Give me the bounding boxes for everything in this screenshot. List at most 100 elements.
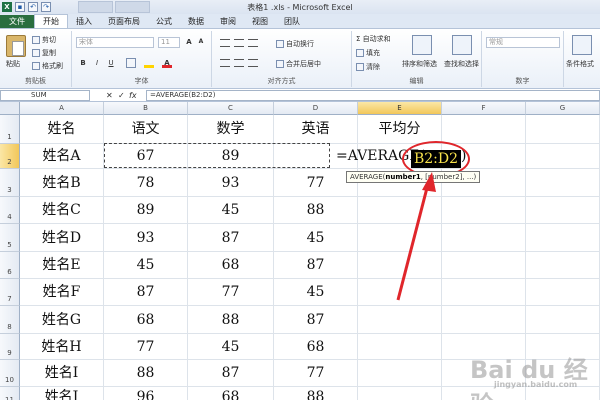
- table-cell[interactable]: 77: [188, 279, 274, 306]
- formula-input[interactable]: =AVERAGE(B2:D2): [146, 90, 600, 101]
- row-header[interactable]: 1: [0, 115, 20, 144]
- table-cell[interactable]: 姓名E: [20, 252, 104, 279]
- align-bottom-icon[interactable]: [248, 39, 258, 47]
- table-cell[interactable]: 96: [104, 387, 188, 400]
- table-cell[interactable]: [358, 306, 442, 334]
- table-cell[interactable]: 68: [274, 334, 358, 360]
- table-cell[interactable]: [442, 279, 526, 306]
- tab-review[interactable]: 审阅: [212, 15, 244, 28]
- table-cell[interactable]: 68: [188, 252, 274, 279]
- table-cell[interactable]: 姓名J: [20, 387, 104, 400]
- row-header[interactable]: 4: [0, 197, 20, 224]
- table-cell[interactable]: [526, 115, 600, 144]
- row-header[interactable]: 11: [0, 387, 20, 400]
- border-icon[interactable]: [126, 58, 136, 68]
- tab-formulas[interactable]: 公式: [148, 15, 180, 28]
- autosum-button[interactable]: Σ 自动求和: [356, 34, 391, 44]
- underline-button[interactable]: U: [106, 58, 116, 68]
- tab-file[interactable]: 文件: [0, 15, 34, 28]
- table-cell[interactable]: 88: [104, 360, 188, 387]
- enter-icon[interactable]: ✓: [118, 90, 125, 101]
- table-cell[interactable]: [526, 224, 600, 252]
- select-all-corner[interactable]: [0, 102, 20, 115]
- table-cell[interactable]: [526, 144, 600, 169]
- find-select-button[interactable]: 查找和选择: [444, 59, 479, 69]
- table-cell[interactable]: 88: [188, 306, 274, 334]
- shrink-font-icon[interactable]: A: [196, 37, 206, 47]
- table-cell[interactable]: 77: [104, 334, 188, 360]
- table-cell[interactable]: [442, 115, 526, 144]
- conditional-format-icon[interactable]: [572, 35, 592, 55]
- grow-font-icon[interactable]: A: [184, 37, 194, 47]
- name-box[interactable]: SUM: [0, 90, 90, 101]
- font-name-select[interactable]: 宋体: [76, 37, 154, 48]
- cancel-icon[interactable]: ✕: [106, 90, 113, 101]
- tab-view[interactable]: 视图: [244, 15, 276, 28]
- insert-function-icon[interactable]: fx: [129, 90, 137, 101]
- conditional-format-button[interactable]: 条件格式: [566, 59, 594, 69]
- font-color-icon[interactable]: A: [162, 58, 172, 68]
- table-cell[interactable]: 93: [188, 169, 274, 197]
- table-cell[interactable]: 姓名B: [20, 169, 104, 197]
- wrap-text-button[interactable]: 自动换行: [276, 39, 314, 49]
- table-cell[interactable]: 87: [274, 306, 358, 334]
- row-header[interactable]: 7: [0, 279, 20, 306]
- row-header[interactable]: 10: [0, 360, 20, 387]
- table-cell[interactable]: [442, 306, 526, 334]
- table-cell[interactable]: 88: [274, 197, 358, 224]
- column-header-a[interactable]: A: [20, 102, 104, 115]
- table-cell[interactable]: [358, 252, 442, 279]
- table-cell[interactable]: 姓名H: [20, 334, 104, 360]
- align-top-icon[interactable]: [220, 39, 230, 47]
- table-cell[interactable]: 67: [104, 144, 188, 169]
- column-header-f[interactable]: F: [442, 102, 526, 115]
- column-title-cell[interactable]: 语文: [104, 115, 188, 144]
- table-cell[interactable]: 87: [188, 360, 274, 387]
- format-painter-button[interactable]: 格式刷: [32, 61, 63, 71]
- table-cell[interactable]: 89: [104, 197, 188, 224]
- column-header-d[interactable]: D: [274, 102, 358, 115]
- table-cell[interactable]: [526, 252, 600, 279]
- cut-button[interactable]: 剪切: [32, 35, 56, 45]
- paste-button[interactable]: 粘贴: [6, 59, 20, 69]
- table-cell[interactable]: [526, 197, 600, 224]
- merge-center-button[interactable]: 合并后居中: [276, 59, 321, 69]
- copy-button[interactable]: 复制: [32, 48, 56, 58]
- clear-button[interactable]: 清除: [356, 62, 380, 72]
- table-cell[interactable]: 45: [274, 224, 358, 252]
- row-header[interactable]: 3: [0, 169, 20, 197]
- row-header[interactable]: 8: [0, 306, 20, 334]
- binoculars-icon[interactable]: [452, 35, 472, 55]
- table-cell[interactable]: 78: [104, 169, 188, 197]
- column-header-e[interactable]: E: [358, 102, 442, 115]
- table-cell[interactable]: 姓名I: [20, 360, 104, 387]
- table-cell[interactable]: [526, 279, 600, 306]
- table-cell[interactable]: 45: [188, 334, 274, 360]
- table-cell[interactable]: [442, 252, 526, 279]
- table-cell[interactable]: 68: [104, 306, 188, 334]
- tab-data[interactable]: 数据: [180, 15, 212, 28]
- tooltip-arg1[interactable]: number1: [385, 173, 420, 181]
- sort-filter-button[interactable]: 排序和筛选: [402, 59, 437, 69]
- table-cell[interactable]: [526, 169, 600, 197]
- font-size-select[interactable]: 11: [158, 37, 180, 48]
- paste-icon[interactable]: [6, 35, 26, 57]
- table-cell[interactable]: [442, 197, 526, 224]
- align-middle-icon[interactable]: [234, 39, 244, 47]
- table-cell[interactable]: [358, 224, 442, 252]
- table-cell[interactable]: 89: [188, 144, 274, 169]
- align-right-icon[interactable]: [248, 59, 258, 67]
- table-cell[interactable]: [358, 387, 442, 400]
- table-cell[interactable]: 88: [274, 387, 358, 400]
- fill-button[interactable]: 填充: [356, 48, 380, 58]
- table-cell[interactable]: 姓名A: [20, 144, 104, 169]
- column-title-cell[interactable]: 数学: [188, 115, 274, 144]
- tab-insert[interactable]: 插入: [68, 15, 100, 28]
- table-cell[interactable]: 45: [188, 197, 274, 224]
- fill-color-icon[interactable]: [144, 58, 154, 68]
- row-header[interactable]: 6: [0, 252, 20, 279]
- bold-button[interactable]: B: [78, 58, 88, 68]
- column-title-cell[interactable]: 姓名: [20, 115, 104, 144]
- align-left-icon[interactable]: [220, 59, 230, 67]
- table-cell[interactable]: [358, 197, 442, 224]
